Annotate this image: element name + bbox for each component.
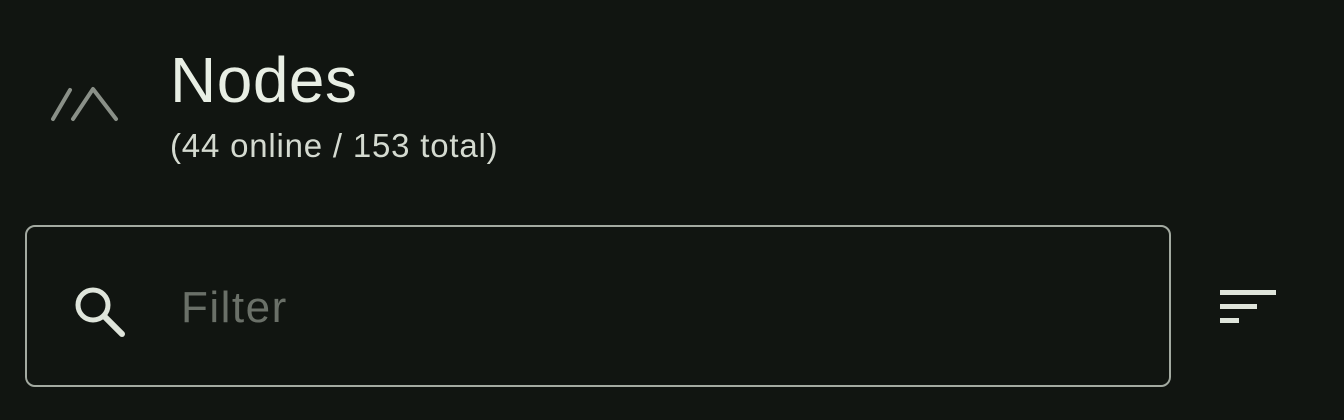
- search-icon: [75, 287, 125, 337]
- app-logo-icon: [51, 87, 118, 121]
- filter-input[interactable]: [181, 275, 1141, 341]
- nodes-panel: Nodes (44 online / 153 total): [0, 0, 1344, 420]
- filter-field[interactable]: [25, 225, 1171, 387]
- page-title: Nodes: [170, 44, 358, 116]
- sort-icon[interactable]: [1210, 280, 1284, 336]
- node-count-summary: (44 online / 153 total): [170, 127, 499, 164]
